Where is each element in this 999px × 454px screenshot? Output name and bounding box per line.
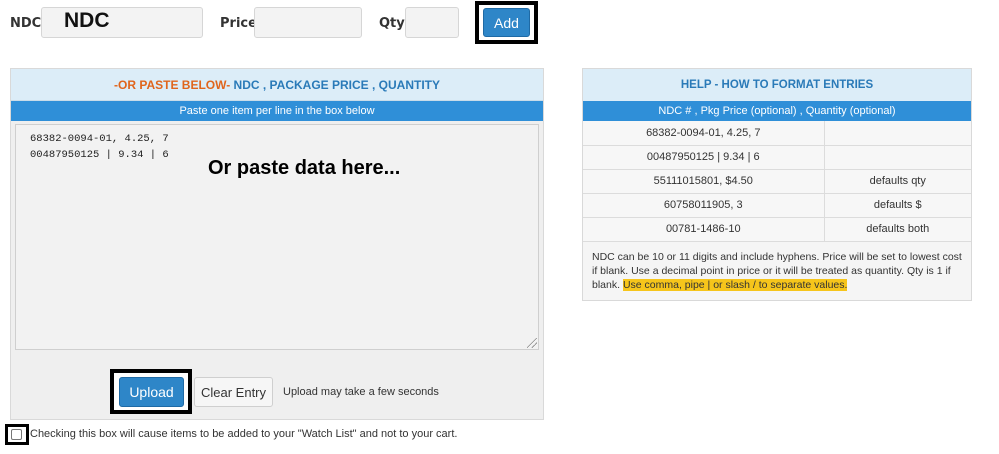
qty-label: Qty — [379, 16, 405, 31]
upload-button[interactable]: Upload — [119, 377, 184, 407]
ndc-input-value: NDC — [64, 9, 110, 32]
price-input[interactable] — [254, 7, 362, 38]
example-cell: 60758011905, 3 — [583, 193, 825, 218]
help-highlight-text: Use comma, pipe | or slash / to separate… — [622, 278, 848, 291]
table-row: 60758011905, 3 defaults $ — [583, 193, 971, 218]
paste-panel-title-prefix: -OR PASTE BELOW- — [114, 77, 231, 92]
table-row: 68382-0094-01, 4.25, 7 — [583, 121, 971, 146]
help-examples-table: 68382-0094-01, 4.25, 7 00487950125 | 9.3… — [583, 121, 971, 242]
example-note: defaults qty — [824, 169, 971, 194]
watch-list-checkbox[interactable] — [11, 429, 22, 440]
example-note — [824, 121, 971, 146]
example-cell: 00487950125 | 9.34 | 6 — [583, 145, 825, 170]
ndc-input[interactable]: NDC — [41, 7, 203, 38]
table-row: 00781-1486-10 defaults both — [583, 217, 971, 242]
table-row: 55111015801, $4.50 defaults qty — [583, 169, 971, 194]
qty-input[interactable] — [405, 7, 459, 38]
example-cell: 55111015801, $4.50 — [583, 169, 825, 194]
clear-entry-button[interactable]: Clear Entry — [194, 377, 273, 407]
example-note — [824, 145, 971, 170]
paste-panel-header: -OR PASTE BELOW- NDC , PACKAGE PRICE , Q… — [11, 69, 543, 101]
watch-list-label: Checking this box will cause items to be… — [30, 428, 458, 440]
help-panel: HELP - HOW TO FORMAT ENTRIES NDC # , Pkg… — [582, 68, 972, 301]
add-button[interactable]: Add — [483, 8, 530, 37]
price-label: Price — [220, 16, 257, 31]
help-panel-title: HELP - HOW TO FORMAT ENTRIES — [583, 69, 971, 101]
paste-panel-subtitle: Paste one item per line in the box below — [11, 101, 543, 121]
example-cell: 68382-0094-01, 4.25, 7 — [583, 121, 825, 146]
example-cell: 00781-1486-10 — [583, 217, 825, 242]
paste-panel-title: NDC , PACKAGE PRICE , QUANTITY — [230, 77, 440, 92]
paste-overlay-text: Or paste data here... — [208, 157, 401, 179]
upload-note: Upload may take a few seconds — [283, 386, 439, 398]
ndc-label: NDC — [10, 16, 42, 31]
example-note: defaults both — [824, 217, 971, 242]
resize-handle-icon[interactable] — [527, 338, 537, 348]
paste-line: 68382-0094-01, 4.25, 7 — [30, 133, 169, 145]
help-description: NDC can be 10 or 11 digits and include h… — [583, 242, 971, 300]
help-panel-subtitle: NDC # , Pkg Price (optional) , Quantity … — [583, 101, 971, 121]
example-note: defaults $ — [824, 193, 971, 218]
table-row: 00487950125 | 9.34 | 6 — [583, 145, 971, 170]
